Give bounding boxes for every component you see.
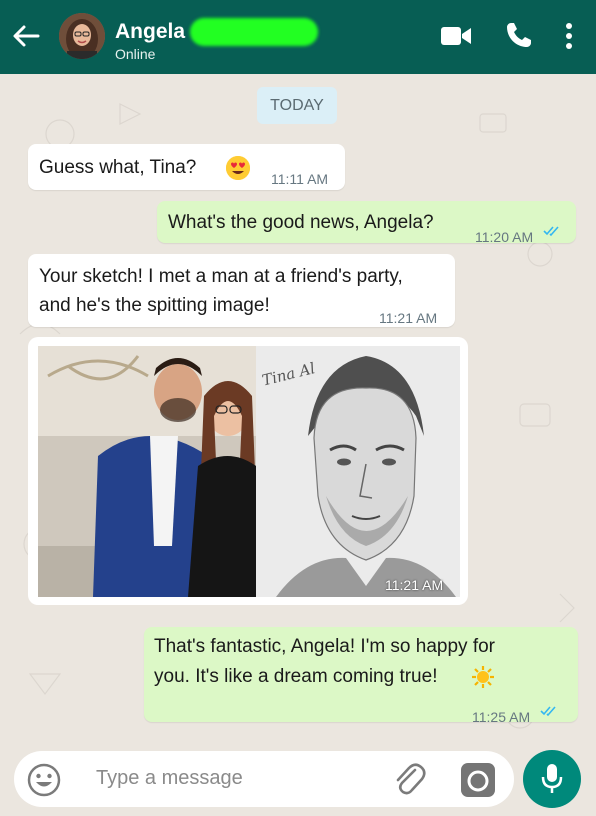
portrait-sketch[interactable]: Tina Al (256, 346, 460, 597)
more-vert-icon[interactable] (563, 22, 575, 50)
contact-status: Online (115, 46, 156, 62)
message-input[interactable]: Type a message (96, 767, 243, 790)
image-time: 11:21 AM (385, 577, 444, 593)
avatar[interactable] (59, 13, 105, 59)
mic-icon (541, 764, 563, 793)
emoji-icon[interactable] (26, 762, 62, 798)
message-text: Guess what, Tina? (39, 157, 197, 178)
message-text-line: That's fantastic, Angela! I'm so happy f… (154, 636, 495, 657)
message-bubble-incoming[interactable]: Guess what, Tina? 11:11 AM (28, 144, 345, 190)
message-text-line: and he's the spitting image! (39, 295, 270, 316)
message-text-line: you. It's like a dream coming true! (154, 666, 438, 687)
message-bubble-incoming[interactable]: Your sketch! I met a man at a friend's p… (28, 254, 455, 327)
heart-eyes-emoji (226, 156, 250, 180)
message-time: 11:21 AM (379, 310, 438, 326)
date-chip: TODAY (257, 87, 337, 124)
message-time: 11:20 AM (475, 229, 534, 245)
redaction-mark (190, 18, 318, 46)
double-check-read-icon (543, 226, 559, 237)
sun-emoji (472, 666, 494, 688)
message-input-bar: Type a message (14, 751, 514, 807)
message-bubble-outgoing[interactable]: That's fantastic, Angela! I'm so happy f… (144, 627, 578, 725)
back-arrow-icon[interactable] (10, 20, 42, 52)
message-text-line: Your sketch! I met a man at a friend's p… (39, 266, 403, 287)
message-text: What's the good news, Angela? (168, 212, 434, 233)
message-bubble-outgoing[interactable]: What's the good news, Angela? 11:20 AM (157, 201, 576, 245)
couple-photo[interactable] (38, 346, 256, 597)
phone-icon[interactable] (504, 20, 534, 50)
chat-header: Angela Online (0, 0, 596, 74)
camera-icon[interactable] (460, 762, 496, 798)
attach-icon[interactable] (389, 759, 429, 799)
message-time: 11:11 AM (271, 171, 329, 187)
contact-name[interactable]: Angela (115, 20, 185, 44)
video-call-icon[interactable] (440, 24, 472, 48)
double-check-read-icon (540, 706, 556, 717)
mic-button[interactable] (523, 750, 581, 808)
message-time: 11:25 AM (472, 709, 531, 725)
